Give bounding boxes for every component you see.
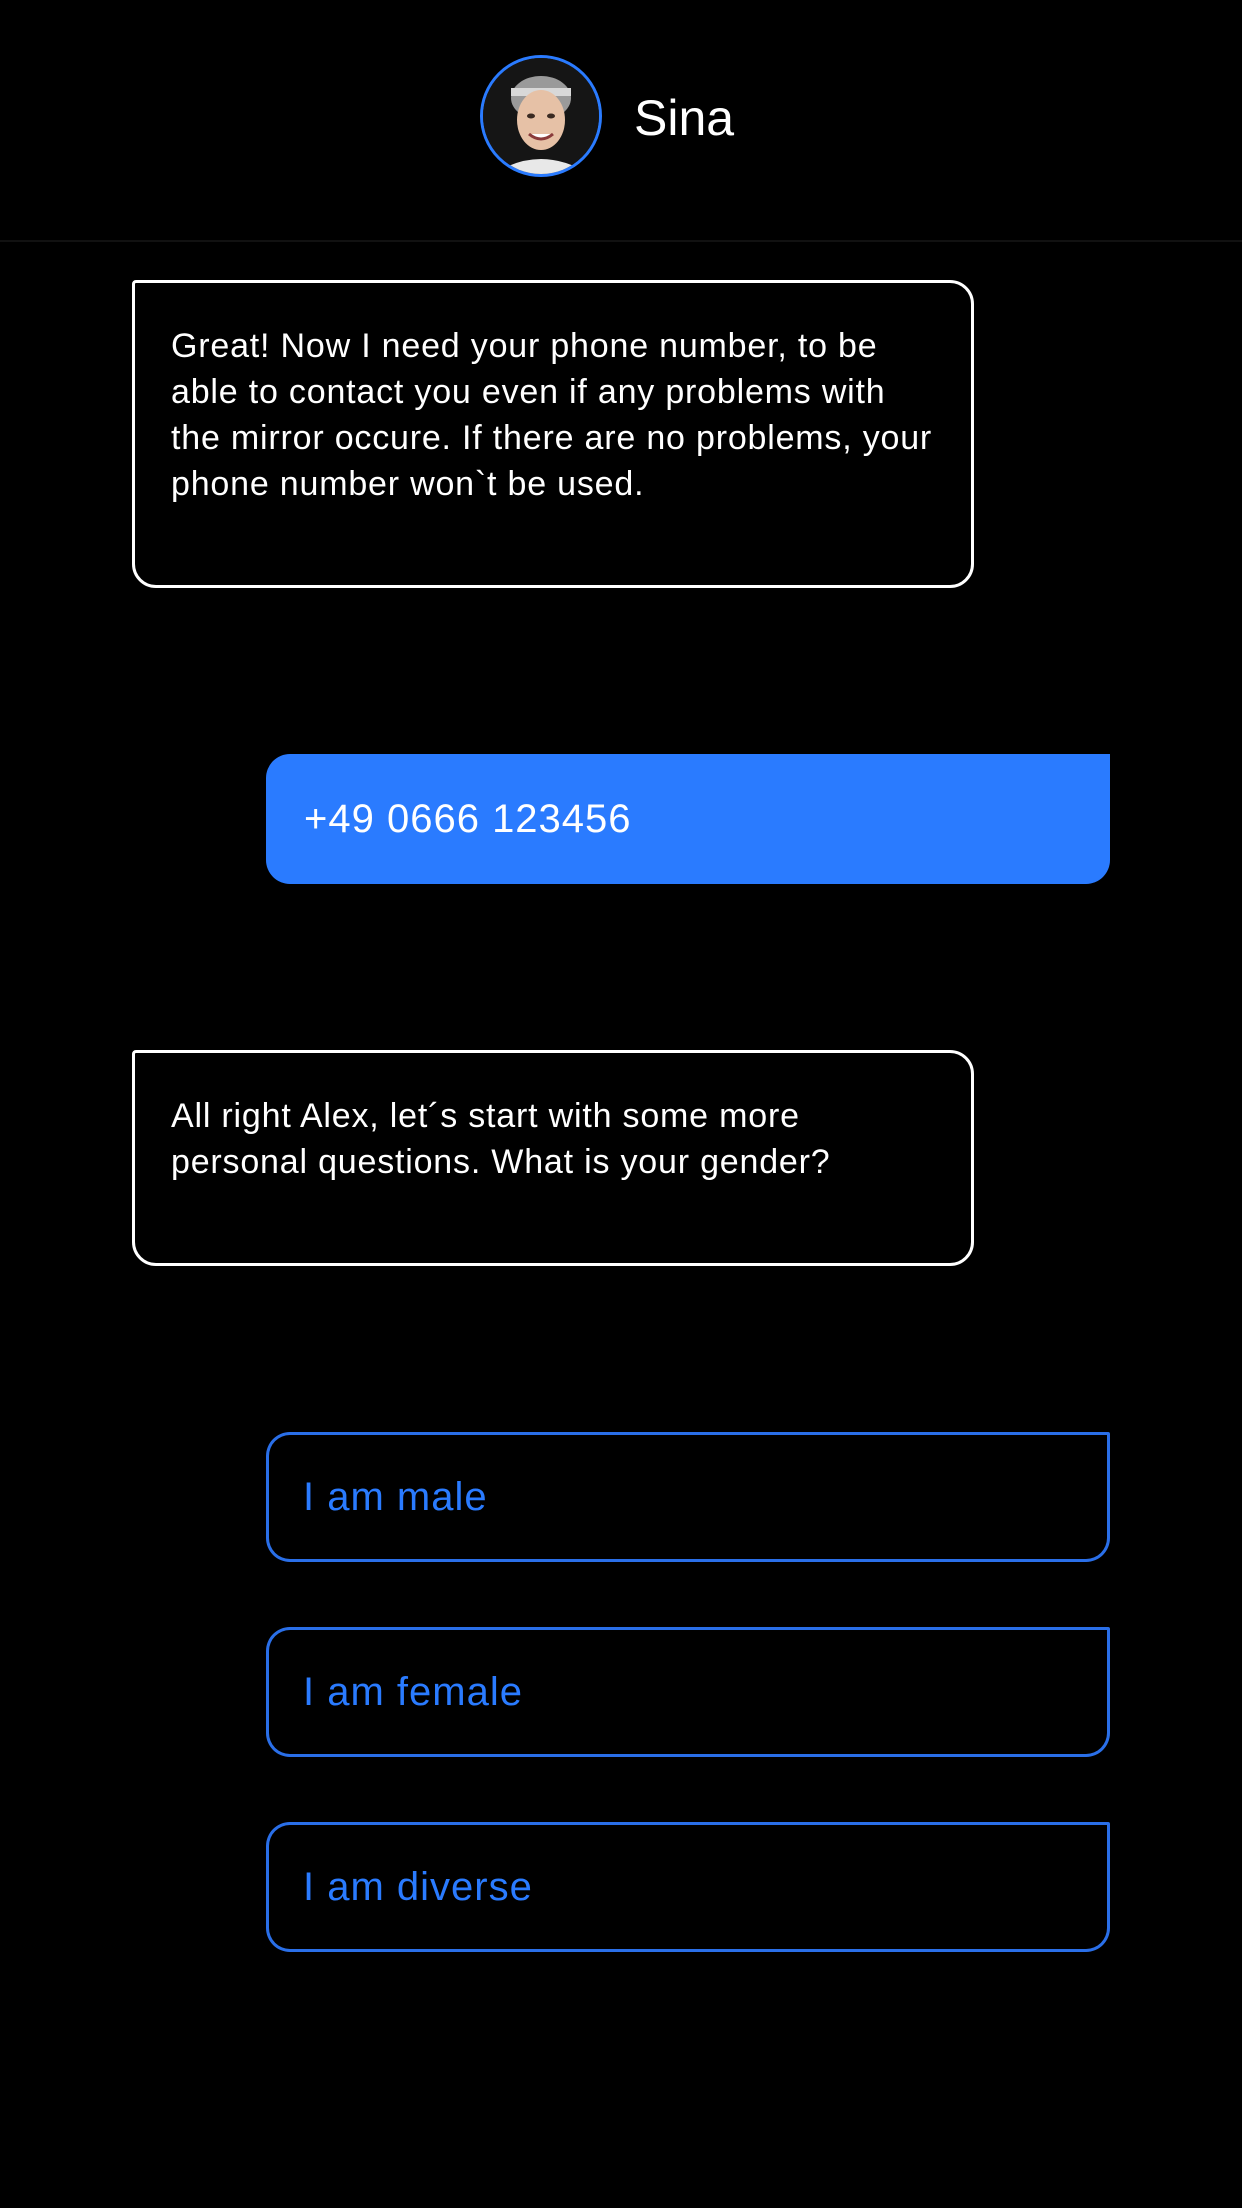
outgoing-message-bubble: +49 0666 123456: [266, 754, 1110, 884]
incoming-message-bubble: Great! Now I need your phone number, to …: [132, 280, 974, 588]
contact-avatar[interactable]: [480, 55, 602, 177]
option-diverse-button[interactable]: I am diverse: [266, 1822, 1110, 1952]
person-portrait-icon: [483, 58, 599, 174]
contact-name: Sina: [634, 90, 735, 146]
option-male-button[interactable]: I am male: [266, 1432, 1110, 1562]
incoming-message-bubble: All right Alex, let´s start with some mo…: [132, 1050, 974, 1266]
option-female-button[interactable]: I am female: [266, 1627, 1110, 1757]
chat-header: Sina: [0, 0, 1242, 242]
